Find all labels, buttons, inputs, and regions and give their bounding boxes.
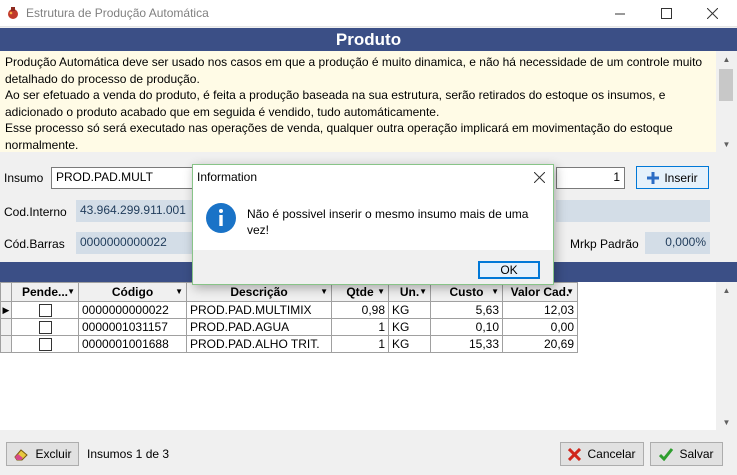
close-icon — [533, 171, 545, 183]
dialog-close-button[interactable] — [529, 167, 549, 187]
dialog-message: Não é possivel inserir o mesmo insumo ma… — [247, 207, 529, 237]
chevron-down-icon: ▼ — [320, 287, 328, 296]
excluir-button[interactable]: Excluir — [6, 442, 79, 466]
codigo-cell: 0000001001688 — [78, 335, 187, 353]
un-cell: KG — [388, 318, 431, 336]
grid-header-row: Pende... ▼ Código ▼ Descrição ▼ Qtde ▼ Un. ▼ … — [0, 282, 578, 302]
minimize-button[interactable] — [597, 0, 643, 27]
maximize-button[interactable] — [643, 0, 689, 27]
readonly-field — [556, 200, 710, 222]
insumo-label: Insumo — [4, 171, 44, 185]
qtde-cell: 1 — [331, 318, 389, 336]
info-icon — [205, 202, 237, 234]
maximize-icon — [660, 8, 672, 19]
description-text: Produção Automática deve ser usado nos c… — [0, 51, 716, 152]
cod-barras-field: 0000000000022 — [76, 232, 196, 254]
descricao-cell: PROD.PAD.ALHO TRIT. — [186, 335, 332, 353]
chevron-down-icon: ▼ — [377, 287, 385, 296]
cancelar-label: Cancelar — [587, 447, 636, 461]
dialog-footer: OK — [193, 250, 553, 284]
cod-barras-label: Cód.Barras — [4, 237, 65, 251]
mrkp-field: 0,000% — [645, 232, 710, 254]
un-cell: KG — [388, 335, 431, 353]
pendente-checkbox[interactable] — [38, 303, 52, 317]
close-icon — [706, 8, 718, 19]
close-button[interactable] — [689, 0, 735, 27]
un-cell: KG — [388, 301, 431, 319]
app-icon — [6, 6, 20, 20]
col-valor-cad[interactable]: Valor Cad. ▼ — [502, 282, 578, 302]
salvar-label: Salvar — [679, 447, 714, 461]
cancel-x-icon — [568, 447, 582, 461]
page-title: Produto — [0, 28, 737, 51]
table-row[interactable]: 0000001031157 PROD.PAD.AGUA 1 KG 0,10 0,… — [0, 318, 578, 336]
row-indicator — [0, 318, 12, 336]
cancelar-button[interactable]: Cancelar — [560, 442, 644, 466]
scroll-up-icon[interactable]: ▲ — [716, 282, 737, 298]
pendente-checkbox[interactable] — [38, 320, 52, 334]
quantity-input[interactable]: 1 — [556, 167, 625, 189]
valor-cell: 12,03 — [502, 301, 578, 319]
status-text: Insumos 1 de 3 — [87, 447, 170, 461]
col-custo[interactable]: Custo ▼ — [430, 282, 503, 302]
descricao-cell: PROD.PAD.MULTIMIX — [186, 301, 332, 319]
cod-interno-label: Cod.Interno — [4, 205, 67, 219]
descricao-cell: PROD.PAD.AGUA — [186, 318, 332, 336]
qtde-cell: 0,98 — [331, 301, 389, 319]
excluir-label: Excluir — [35, 447, 72, 461]
custo-cell: 5,63 — [430, 301, 503, 319]
col-codigo[interactable]: Código ▼ — [78, 282, 187, 302]
row-indicator-header — [0, 282, 12, 302]
description-line: Esse processo só será executado nas oper… — [5, 121, 673, 152]
codigo-cell: 0000001031157 — [78, 318, 187, 336]
description-line: Ao ser efetuado a venda do produto, é fe… — [5, 88, 666, 119]
table-row[interactable]: 0000001001688 PROD.PAD.ALHO TRIT. 1 KG 1… — [0, 335, 578, 353]
table-row[interactable]: ▶ 0000000000022 PROD.PAD.MULTIMIX 0,98 K… — [0, 301, 578, 319]
pendente-cell[interactable] — [11, 301, 79, 319]
salvar-button[interactable]: Salvar — [650, 442, 723, 466]
scroll-down-icon[interactable]: ▼ — [716, 136, 737, 152]
mrkp-label: Mrkp Padrão — [570, 237, 639, 251]
col-un[interactable]: Un. ▼ — [388, 282, 431, 302]
check-icon — [659, 447, 674, 461]
chevron-down-icon: ▼ — [491, 287, 499, 296]
row-pointer-icon: ▶ — [0, 301, 12, 319]
col-descricao[interactable]: Descrição ▼ — [186, 282, 332, 302]
pendente-cell[interactable] — [11, 335, 79, 353]
valor-cell: 20,69 — [502, 335, 578, 353]
description-line: Produção Automática deve ser usado nos c… — [5, 55, 703, 86]
chevron-down-icon: ▼ — [566, 287, 574, 296]
pendente-cell[interactable] — [11, 318, 79, 336]
chevron-down-icon: ▼ — [419, 287, 427, 296]
grid-scrollbar[interactable]: ▲ ▼ — [716, 282, 737, 430]
col-pendente[interactable]: Pende... ▼ — [11, 282, 79, 302]
chevron-down-icon: ▼ — [175, 287, 183, 296]
codigo-cell: 0000000000022 — [78, 301, 187, 319]
row-indicator — [0, 335, 12, 353]
insumo-input[interactable]: PROD.PAD.MULT — [51, 167, 196, 189]
window-title: Estrutura de Produção Automática — [26, 6, 209, 20]
col-qtde[interactable]: Qtde ▼ — [331, 282, 389, 302]
scroll-up-icon[interactable]: ▲ — [716, 51, 737, 67]
minimize-icon — [614, 13, 625, 15]
plus-icon — [647, 171, 660, 184]
scroll-down-icon[interactable]: ▼ — [716, 414, 737, 430]
qtde-cell: 1 — [331, 335, 389, 353]
insumos-grid[interactable]: Pende... ▼ Código ▼ Descrição ▼ Qtde ▼ Un. ▼ … — [0, 282, 737, 430]
information-dialog[interactable]: Information Não é possivel inserir o mes… — [192, 164, 554, 285]
dialog-title: Information — [197, 170, 258, 184]
custo-cell: 0,10 — [430, 318, 503, 336]
custo-cell: 15,33 — [430, 335, 503, 353]
valor-cell: 0,00 — [502, 318, 578, 336]
description-scrollbar[interactable]: ▲ ▼ — [716, 51, 737, 152]
eraser-icon — [14, 449, 29, 461]
ok-button[interactable]: OK — [478, 261, 540, 279]
pendente-checkbox[interactable] — [38, 337, 52, 351]
scroll-thumb[interactable] — [719, 69, 733, 101]
cod-interno-field: 43.964.299.911.001 — [76, 200, 196, 222]
inserir-button[interactable]: Inserir — [636, 166, 709, 189]
inserir-label: Inserir — [664, 170, 698, 185]
chevron-down-icon: ▼ — [67, 287, 75, 296]
title-bar: Estrutura de Produção Automática — [0, 0, 737, 27]
